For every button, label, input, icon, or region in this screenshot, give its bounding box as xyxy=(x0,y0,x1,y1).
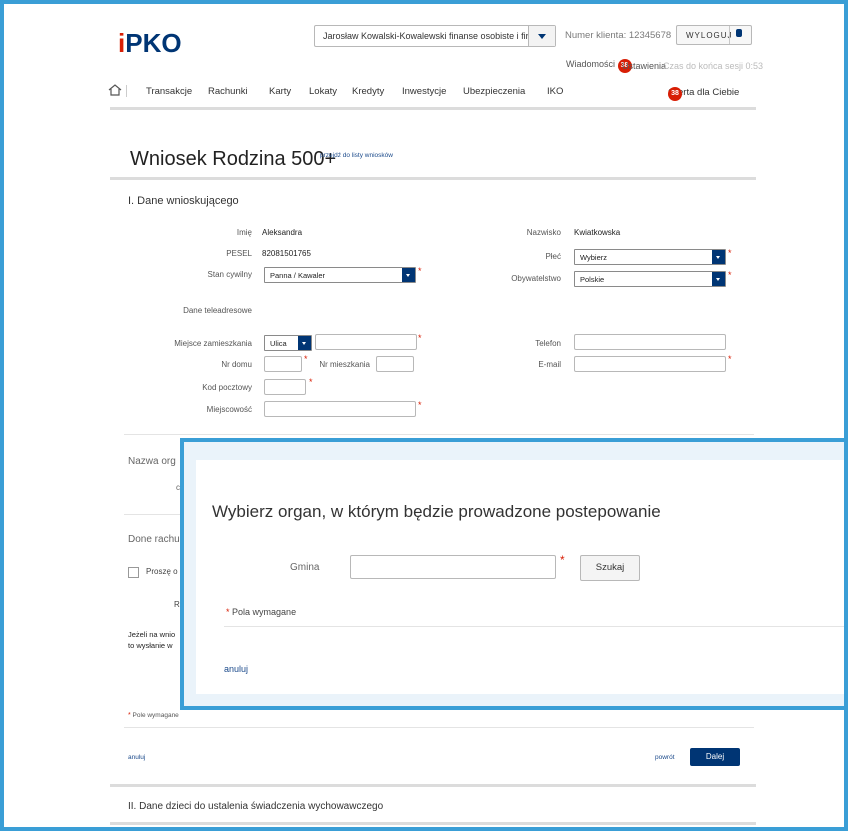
next-button[interactable]: Dalej xyxy=(690,748,740,766)
chevron-down-icon[interactable] xyxy=(528,26,555,46)
cancel-link[interactable]: anuluj xyxy=(128,754,145,761)
pesel-value: 82081501765 xyxy=(262,249,311,258)
search-button[interactable]: Szukaj xyxy=(580,555,640,581)
back-link[interactable]: powrót xyxy=(655,754,675,761)
prosze-label: Proszę o xyxy=(146,567,178,576)
required-marker: * xyxy=(418,333,422,343)
nav-item-rachunki[interactable]: Rachunki xyxy=(208,86,248,97)
gmina-input[interactable] xyxy=(350,555,556,579)
nazwisko-value: Kwiatkowska xyxy=(574,228,621,237)
chevron-down-icon xyxy=(712,250,725,264)
dialog-required-note: * Pola wymagane xyxy=(226,607,297,617)
organ-dialog-body: Wybierz organ, w którym będzie prowadzon… xyxy=(196,460,844,694)
bottom-divider xyxy=(110,822,756,825)
telefon-input[interactable] xyxy=(574,334,726,350)
nav-item-ubezpieczenia[interactable]: Ubezpieczenia xyxy=(463,86,525,97)
dialog-divider xyxy=(224,626,844,627)
lock-icon xyxy=(736,29,742,37)
required-marker: * xyxy=(560,553,565,567)
dialog-title: Wybierz organ, w którym będzie prowadzon… xyxy=(212,502,661,521)
stan-cywilny-label: Stan cywilny xyxy=(207,270,252,279)
organ-section-title: Nazwa org xyxy=(128,456,176,467)
pesel-label: PESEL xyxy=(226,249,252,258)
nr-mieszkania-input[interactable] xyxy=(376,356,414,372)
obywatelstwo-select[interactable]: Polskie xyxy=(574,271,726,287)
miejscowosc-label: Miejscowość xyxy=(206,405,252,414)
nr-domu-input[interactable] xyxy=(264,356,302,372)
required-marker: * xyxy=(304,354,308,364)
prosze-checkbox[interactable] xyxy=(128,567,139,578)
client-select-value: Jarosław Kowalski-Kowalewski finanse oso… xyxy=(323,31,553,41)
nav-item-iko[interactable]: IKO xyxy=(547,86,563,97)
client-number: Numer klienta: 12345678 xyxy=(565,30,672,41)
nazwisko-label: Nazwisko xyxy=(526,228,561,237)
back-to-list-link[interactable]: przejdź do listy wniosków xyxy=(320,152,393,159)
organ-dialog: Wybierz organ, w którym będzie prowadzon… xyxy=(180,438,844,710)
plec-select[interactable]: Wybierz xyxy=(574,249,726,265)
chevron-down-icon xyxy=(712,272,725,286)
plec-label: Płeć xyxy=(545,252,561,261)
r-fragment: R xyxy=(174,600,180,609)
nav-divider xyxy=(110,107,756,110)
telefon-label: Telefon xyxy=(535,339,561,348)
miejsce-zamieszkania-label: Miejsce zamieszkania xyxy=(174,339,252,348)
required-marker: * xyxy=(728,248,732,258)
client-select[interactable]: Jarosław Kowalski-Kowalewski finanse oso… xyxy=(314,25,556,47)
required-note: * Pole wymagane xyxy=(128,712,179,719)
imie-label: Imię xyxy=(236,228,252,237)
street-input[interactable] xyxy=(315,334,417,350)
chevron-down-icon xyxy=(402,268,415,282)
dialog-cancel-link[interactable]: anuluj xyxy=(224,664,248,674)
required-marker: * xyxy=(418,266,422,276)
section-1-title: I. Dane wnioskującego xyxy=(128,195,239,207)
main-nav: Transakcje Rachunki Karty Lokaty Kredyty… xyxy=(108,84,754,102)
required-marker: * xyxy=(728,270,732,280)
nr-mieszkania-label: Nr mieszkania xyxy=(319,360,370,369)
note-line-1: Jeżeli na wnio xyxy=(128,630,176,639)
rachunek-section-title: Done rachu xyxy=(128,534,180,545)
email-input[interactable] xyxy=(574,356,726,372)
nr-domu-label: Nr domu xyxy=(221,360,252,369)
email-label: E-mail xyxy=(538,360,561,369)
required-marker: * xyxy=(418,400,422,410)
title-divider xyxy=(110,177,756,180)
dane-teleadresowe-label: Dane teleadresowe xyxy=(183,306,252,315)
note-line-2: to wysłanie w xyxy=(128,641,173,650)
required-marker: * xyxy=(309,377,313,387)
imie-value: Aleksandra xyxy=(262,228,303,237)
pko-logo[interactable]: iPKO xyxy=(118,28,182,59)
kod-pocztowy-label: Kod pocztowy xyxy=(202,383,252,392)
nav-item-inwestycje[interactable]: Inwestycje xyxy=(402,86,446,97)
nav-item-lokaty[interactable]: Lokaty xyxy=(309,86,337,97)
browser-page: iPKO Jarosław Kowalski-Kowalewski finans… xyxy=(4,4,844,827)
page-title: Wniosek Rodzina 500+ xyxy=(130,148,337,170)
stan-cywilny-select[interactable]: Panna / Kawaler xyxy=(264,267,416,283)
required-marker: * xyxy=(728,354,732,364)
section-2-title: II. Dane dzieci do ustalenia świadczenia… xyxy=(128,801,384,812)
session-timer: Czas do końca sesji 0:53 xyxy=(663,61,764,71)
ulica-select[interactable]: Ulica xyxy=(264,335,312,351)
offer-badge: 38 xyxy=(668,87,682,101)
nav-item-kredyty[interactable]: Kredyty xyxy=(352,86,384,97)
footer-divider xyxy=(124,727,754,728)
miejscowosc-input[interactable] xyxy=(264,401,416,417)
kod-pocztowy-input[interactable] xyxy=(264,379,306,395)
home-icon[interactable] xyxy=(108,84,122,99)
nav-item-transakcje[interactable]: Transakcje xyxy=(146,86,192,97)
section-divider xyxy=(124,514,184,515)
nav-item-karty[interactable]: Karty xyxy=(269,86,291,97)
obywatelstwo-label: Obywatelstwo xyxy=(511,274,561,283)
section-2-divider xyxy=(110,784,756,787)
chevron-down-icon xyxy=(298,336,311,350)
settings-link[interactable]: Ustawienia xyxy=(622,61,666,71)
logout-button[interactable]: WYLOGUJ xyxy=(676,25,752,45)
section-divider xyxy=(124,434,754,435)
gmina-label: Gmina xyxy=(290,562,320,573)
